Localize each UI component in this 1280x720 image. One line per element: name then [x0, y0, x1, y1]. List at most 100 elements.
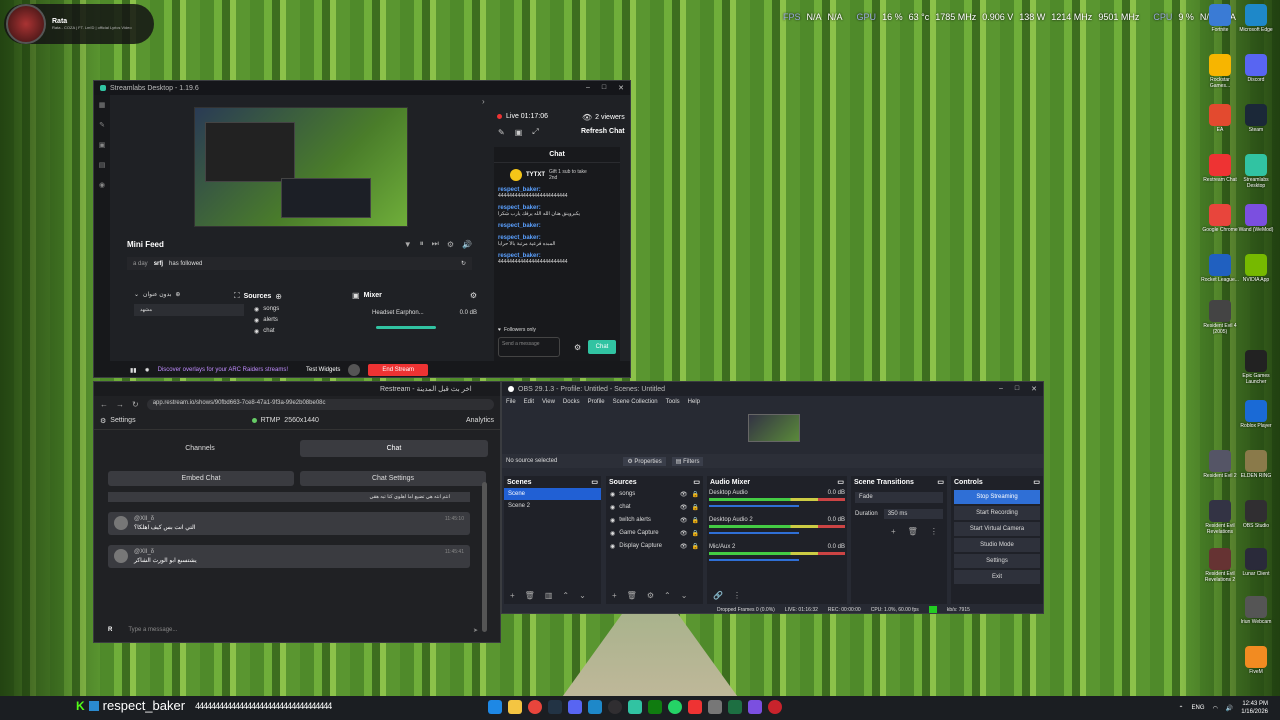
- channels-tab[interactable]: Channels: [106, 440, 294, 457]
- visibility-eye-icon[interactable]: 👁: [680, 530, 688, 537]
- volume-icon[interactable]: 🔊: [462, 240, 472, 249]
- desktop-icon[interactable]: Epic Games Launcher: [1236, 350, 1276, 385]
- settings-gear-icon[interactable]: ⚙: [447, 240, 454, 249]
- record-button[interactable]: [348, 364, 361, 376]
- desktop-icon[interactable]: Streamlabs Desktop: [1236, 154, 1276, 189]
- remove-source-button[interactable]: 🗑: [627, 591, 637, 600]
- tools-icon[interactable]: ✎: [99, 121, 105, 129]
- desktop-icon[interactable]: ELDEN RING: [1236, 450, 1276, 479]
- streamlabs-titlebar[interactable]: Streamlabs Desktop - 1.19.6 – □ ✕: [94, 81, 630, 95]
- desktop-icon[interactable]: OBS Studio: [1236, 500, 1276, 529]
- chat-settings-gear-icon[interactable]: ⚙: [574, 343, 581, 352]
- mixer-undock-icon[interactable]: ▭: [837, 478, 844, 486]
- desktop-icon[interactable]: Rockstar Games...: [1200, 54, 1240, 89]
- desktop-icon[interactable]: Microsoft Edge: [1236, 4, 1276, 33]
- filters-button[interactable]: ▤ Filters: [671, 456, 704, 466]
- obs-menu-item[interactable]: Scene Collection: [613, 399, 658, 405]
- streamlabs-taskbar-icon[interactable]: [628, 700, 642, 714]
- obs-scene-item[interactable]: Scene 2: [504, 500, 601, 512]
- obs-menu-item[interactable]: Help: [688, 399, 700, 405]
- lock-icon[interactable]: 🔒: [692, 530, 699, 537]
- volume-slider[interactable]: [709, 559, 799, 561]
- obs-control-button[interactable]: Start Virtual Camera: [954, 522, 1040, 536]
- desktop-icon[interactable]: Resident Evil Revelations 2: [1200, 548, 1240, 583]
- source-up-button[interactable]: ⌃: [664, 591, 671, 600]
- add-scene-button[interactable]: +: [510, 591, 515, 600]
- forward-icon[interactable]: →: [116, 400, 124, 409]
- steam-icon[interactable]: [548, 700, 562, 714]
- whatsapp-icon[interactable]: [668, 700, 682, 714]
- test-widgets-button[interactable]: Test Widgets: [306, 367, 340, 373]
- scene-filter-button[interactable]: ▥: [545, 591, 553, 600]
- streamlabs-chat-button[interactable]: Chat: [588, 340, 616, 354]
- source-item[interactable]: ◉ songs: [254, 304, 349, 315]
- properties-button[interactable]: ⚙ Properties: [623, 456, 666, 466]
- wemod-icon[interactable]: [748, 700, 762, 714]
- start-menu-icon[interactable]: [488, 700, 502, 714]
- filter-icon[interactable]: ▼: [404, 240, 412, 249]
- clock-date[interactable]: 1/16/2026: [1241, 708, 1268, 716]
- end-stream-button[interactable]: End Stream: [368, 364, 429, 376]
- refresh-chat-button[interactable]: Refresh Chat: [581, 128, 625, 135]
- scene-item[interactable]: مشهد: [134, 304, 244, 316]
- scenes-undock-icon[interactable]: ▭: [591, 478, 598, 486]
- desktop-icon[interactable]: Iriun Webcam: [1236, 596, 1276, 625]
- refresh-icon[interactable]: ↻: [461, 260, 466, 267]
- dashboard-icon[interactable]: ◉: [99, 181, 105, 189]
- obs-maximize-icon[interactable]: □: [1015, 385, 1019, 393]
- obs-menu-item[interactable]: Docks: [563, 399, 580, 405]
- obs-source-item[interactable]: ◉ Game Capture 👁 🔒: [606, 527, 703, 540]
- scenes-collapse-icon[interactable]: ⌄: [134, 291, 139, 298]
- add-source-button[interactable]: +: [612, 591, 617, 600]
- chat-username[interactable]: respect_baker:: [498, 223, 541, 229]
- obs-menu-item[interactable]: Tools: [666, 399, 680, 405]
- embed-chat-button[interactable]: Embed Chat: [108, 471, 294, 486]
- restream-message-input[interactable]: R Type a message... ➤: [108, 622, 478, 638]
- excel-icon[interactable]: [728, 700, 742, 714]
- chat-settings-button[interactable]: Chat Settings: [300, 471, 486, 486]
- source-down-button[interactable]: ⌄: [681, 591, 688, 600]
- popout-icon[interactable]: ▣: [515, 128, 523, 137]
- analytics-link[interactable]: Analytics: [466, 417, 494, 424]
- edge-icon[interactable]: [588, 700, 602, 714]
- apps-icon[interactable]: ▤: [99, 161, 106, 169]
- chrome-icon[interactable]: [528, 700, 542, 714]
- obs-control-button[interactable]: Settings: [954, 554, 1040, 568]
- obs-preview[interactable]: [748, 414, 800, 442]
- wifi-icon[interactable]: ◠: [1213, 705, 1218, 712]
- settings-taskbar-icon[interactable]: [708, 700, 722, 714]
- desktop-icon[interactable]: Resident Evil 2: [1200, 450, 1240, 479]
- desktop-icon[interactable]: NVIDIA App: [1236, 254, 1276, 283]
- chat-tab[interactable]: Chat: [300, 440, 488, 457]
- send-icon[interactable]: ➤: [473, 627, 478, 634]
- message-user[interactable]: @XII_δ: [134, 516, 154, 522]
- discord-icon[interactable]: [568, 700, 582, 714]
- desktop-icon[interactable]: Rocket League...: [1200, 254, 1240, 283]
- edit-icon[interactable]: ✎: [498, 128, 505, 137]
- obs-control-button[interactable]: Stop Streaming: [954, 490, 1040, 504]
- mixer-menu-icon[interactable]: ⋮: [733, 591, 741, 600]
- transitions-undock-icon[interactable]: ▭: [937, 478, 944, 486]
- visibility-eye-icon[interactable]: 👁: [680, 504, 688, 511]
- obs-menu-item[interactable]: File: [506, 399, 516, 405]
- source-item[interactable]: ◉ alerts: [254, 315, 349, 326]
- desktop-icon[interactable]: Resident Evil 4 (2005): [1200, 300, 1240, 335]
- desktop-icon[interactable]: Roblox Player: [1236, 400, 1276, 429]
- remove-transition-button[interactable]: 🗑: [908, 527, 918, 536]
- volume-slider[interactable]: [709, 505, 799, 507]
- desktop-icon[interactable]: Resident Evil Revelations: [1200, 500, 1240, 535]
- duration-input[interactable]: 350 ms: [883, 509, 943, 519]
- add-scene-icon[interactable]: ⊕: [175, 291, 180, 298]
- back-icon[interactable]: ←: [100, 400, 108, 409]
- obs-minimize-icon[interactable]: –: [999, 385, 1003, 393]
- obs-menu-item[interactable]: Profile: [588, 399, 605, 405]
- add-transition-button[interactable]: +: [891, 527, 896, 536]
- remove-scene-button[interactable]: 🗑: [525, 591, 535, 600]
- obs-control-button[interactable]: Exit: [954, 570, 1040, 584]
- lock-icon[interactable]: 🔒: [692, 504, 699, 511]
- file-explorer-icon[interactable]: [508, 700, 522, 714]
- close-icon[interactable]: ✕: [618, 84, 624, 92]
- address-bar[interactable]: app.restream.io/shows/90fbd663-7ce8-47a1…: [146, 398, 494, 410]
- xbox-icon[interactable]: [648, 700, 662, 714]
- pinterest-icon[interactable]: [768, 700, 782, 714]
